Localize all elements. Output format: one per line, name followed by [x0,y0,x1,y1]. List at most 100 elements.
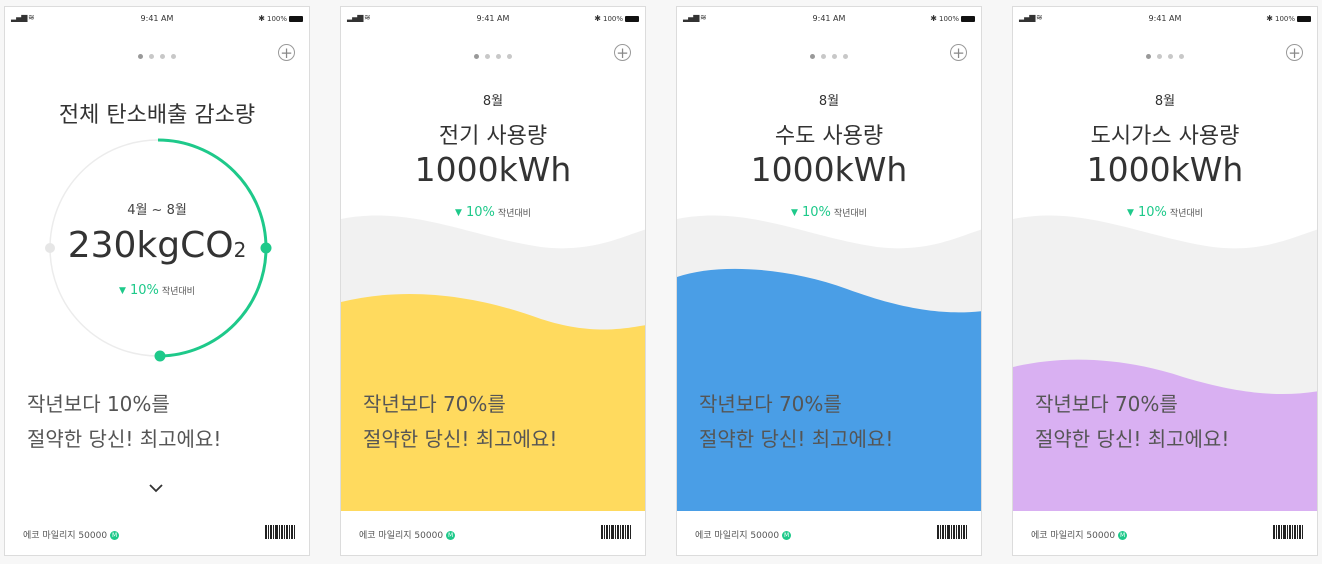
message-line: 작년보다 70%를 [699,392,842,416]
gas-screen: ▂▄▆ ≋ 9:41 AM ✱ 100% + 8월 도시가스 사용량 1000kW… [1012,6,1318,556]
mileage-label: 에코 마일리지 [1031,531,1084,541]
page-dot[interactable] [485,54,490,59]
page-dot[interactable] [474,54,479,59]
month-label: 8월 [818,94,840,109]
footer-bar: 에코 마일리지 50000 M [677,511,981,555]
change-compare-label: 작년대비 [497,209,531,219]
carbon-summary-screen: ▂▄▆ ≋ 9:41 AM ✱ 100% + 전체 탄소배출 감소량 4월 ~ 8… [4,6,310,556]
page-indicator[interactable] [1013,54,1317,60]
down-triangle-icon: ▼ [791,208,798,218]
page-dot[interactable] [810,54,815,59]
page-dot[interactable] [843,54,848,59]
change-compare-label: 작년대비 [1169,209,1203,219]
footer-bar: 에코 마일리지 50000 M [341,511,645,555]
usage-amount: 1000kWh [1086,150,1244,189]
usage-wave-chart [677,215,981,512]
footer-bar: 에코 마일리지 50000 M [1013,511,1317,555]
eco-mileage: 에코 마일리지 50000 M [1031,528,1128,541]
month-label: 8월 [482,94,504,109]
bluetooth-icon: ✱ [594,14,601,23]
page-dot[interactable] [1168,54,1173,59]
page-dot[interactable] [821,54,826,59]
chevron-down-icon[interactable] [149,481,163,495]
page-dot[interactable] [160,54,165,59]
page-indicator[interactable] [677,54,981,60]
page-indicator[interactable] [5,54,309,60]
eco-mileage: 에코 마일리지 50000 M [23,528,120,541]
message-line: 작년보다 70%를 [363,392,506,416]
summary-title: 전체 탄소배출 감소량 [58,103,256,128]
message-line: 절약한 당신! 최고에요! [699,427,894,451]
month-label: 8월 [1154,94,1176,109]
barcode-icon[interactable] [937,525,967,539]
battery-percent: 100% [1274,15,1295,23]
message-line: 절약한 당신! 최고에요! [363,427,558,451]
barcode-icon[interactable] [265,525,295,539]
mileage-coin-icon: M [446,531,456,540]
carbon-amount-subscript: 2 [233,238,247,262]
change-indicator: ▼ 10% 작년대비 [5,283,309,298]
message-line: 절약한 당신! 최고에요! [1035,427,1230,451]
page-dot[interactable] [1146,54,1151,59]
mileage-coin-icon: M [110,531,120,540]
page-indicator[interactable] [341,54,645,60]
mileage-value: 50000 [78,531,108,541]
usage-wave-chart [341,215,645,512]
status-bar: ▂▄▆ ≋ 9:41 AM ✱ 100% [5,13,309,25]
page-dot[interactable] [171,54,176,59]
battery-percent: 100% [602,15,623,23]
status-bar: ▂▄▆ ≋ 9:41 AM ✱ 100% [677,13,981,25]
page-dot[interactable] [496,54,501,59]
message-line: 작년보다 10%를 [27,392,170,416]
change-value: 10% [129,283,159,298]
barcode-icon[interactable] [1273,525,1303,539]
mileage-label: 에코 마일리지 [695,531,748,541]
praise-message: 작년보다 70%를 절약한 당신! 최고에요! [699,387,893,457]
page-dot[interactable] [138,54,143,59]
add-button[interactable]: + [950,44,967,61]
page-dot[interactable] [832,54,837,59]
down-triangle-icon: ▼ [455,208,462,218]
mileage-coin-icon: M [782,531,792,540]
battery-indicator: ✱ 100% [930,14,975,23]
battery-icon [625,16,639,22]
footer-bar: 에코 마일리지 50000 M [5,511,309,555]
barcode-icon[interactable] [601,525,631,539]
change-compare-label: 작년대비 [161,287,195,297]
bluetooth-icon: ✱ [1266,14,1273,23]
down-triangle-icon: ▼ [119,286,126,296]
change-indicator: ▼ 10% 작년대비 [1013,205,1317,220]
add-button[interactable]: + [278,44,295,61]
change-value: 10% [1137,205,1167,220]
add-button[interactable]: + [1286,44,1303,61]
water-screen: ▂▄▆ ≋ 9:41 AM ✱ 100% + 8월 수도 사용량 1000kWh … [676,6,982,556]
battery-icon [961,16,975,22]
usage-wave-chart [1013,215,1317,512]
battery-indicator: ✱ 100% [594,14,639,23]
praise-message: 작년보다 10%를 절약한 당신! 최고에요! [27,387,221,457]
mileage-label: 에코 마일리지 [359,531,412,541]
ring-handle-bottom[interactable] [154,350,166,362]
praise-message: 작년보다 70%를 절약한 당신! 최고에요! [1035,387,1229,457]
page-dot[interactable] [507,54,512,59]
battery-percent: 100% [938,15,959,23]
carbon-amount: 230kgCO2 [5,225,309,266]
change-value: 10% [465,205,495,220]
utility-title: 수도 사용량 [774,124,884,149]
mileage-value: 50000 [1086,531,1116,541]
usage-amount: 1000kWh [750,150,908,189]
page-dot[interactable] [1157,54,1162,59]
battery-indicator: ✱ 100% [1266,14,1311,23]
change-compare-label: 작년대비 [833,209,867,219]
praise-message: 작년보다 70%를 절약한 당신! 최고에요! [363,387,557,457]
change-indicator: ▼ 10% 작년대비 [677,205,981,220]
page-dot[interactable] [1179,54,1184,59]
page-dot[interactable] [149,54,154,59]
message-line: 절약한 당신! 최고에요! [27,427,222,451]
utility-title: 도시가스 사용량 [1090,124,1240,149]
carbon-amount-value: 230kgCO [67,225,234,266]
battery-indicator: ✱ 100% [258,14,303,23]
add-button[interactable]: + [614,44,631,61]
down-triangle-icon: ▼ [1127,208,1134,218]
mileage-label: 에코 마일리지 [23,531,76,541]
